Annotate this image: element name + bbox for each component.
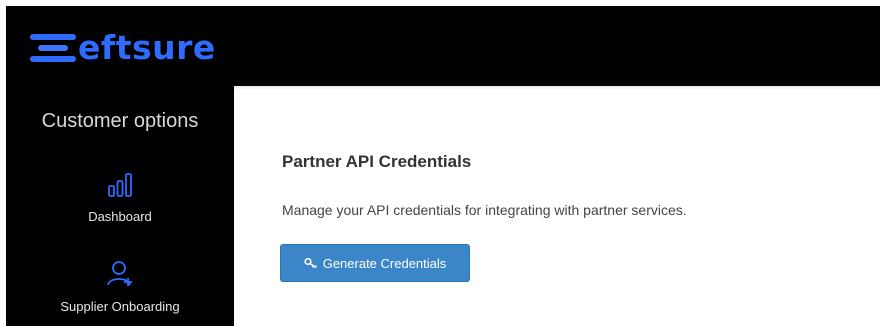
user-add-icon bbox=[6, 260, 234, 293]
brand-logo[interactable]: eftsure bbox=[28, 28, 216, 68]
page-description: Manage your API credentials for integrat… bbox=[282, 202, 687, 218]
top-header: eftsure bbox=[6, 6, 880, 86]
brand-name: eftsure bbox=[78, 28, 216, 67]
key-icon bbox=[304, 257, 318, 269]
generate-credentials-button[interactable]: Generate Credentials bbox=[280, 244, 470, 282]
sidebar-item-label: Supplier Onboarding bbox=[60, 299, 180, 314]
content-top-shadow bbox=[234, 86, 880, 90]
logo-mark-icon bbox=[28, 30, 76, 66]
main-content: Partner API Credentials Manage your API … bbox=[234, 86, 880, 326]
app-frame: eftsure Customer options Dashboard Suppl… bbox=[0, 0, 886, 326]
sidebar-title: Customer options bbox=[41, 110, 199, 132]
sidebar: Customer options Dashboard Supplier Onbo… bbox=[6, 86, 234, 326]
bar-chart-icon bbox=[6, 172, 234, 203]
generate-credentials-label: Generate Credentials bbox=[322, 255, 447, 271]
right-border bbox=[880, 0, 886, 326]
sidebar-item-label: Dashboard bbox=[88, 209, 152, 224]
page-title: Partner API Credentials bbox=[282, 152, 472, 171]
sidebar-item-dashboard[interactable]: Dashboard bbox=[6, 172, 234, 224]
sidebar-item-supplier-onboarding[interactable]: Supplier Onboarding bbox=[6, 260, 234, 314]
